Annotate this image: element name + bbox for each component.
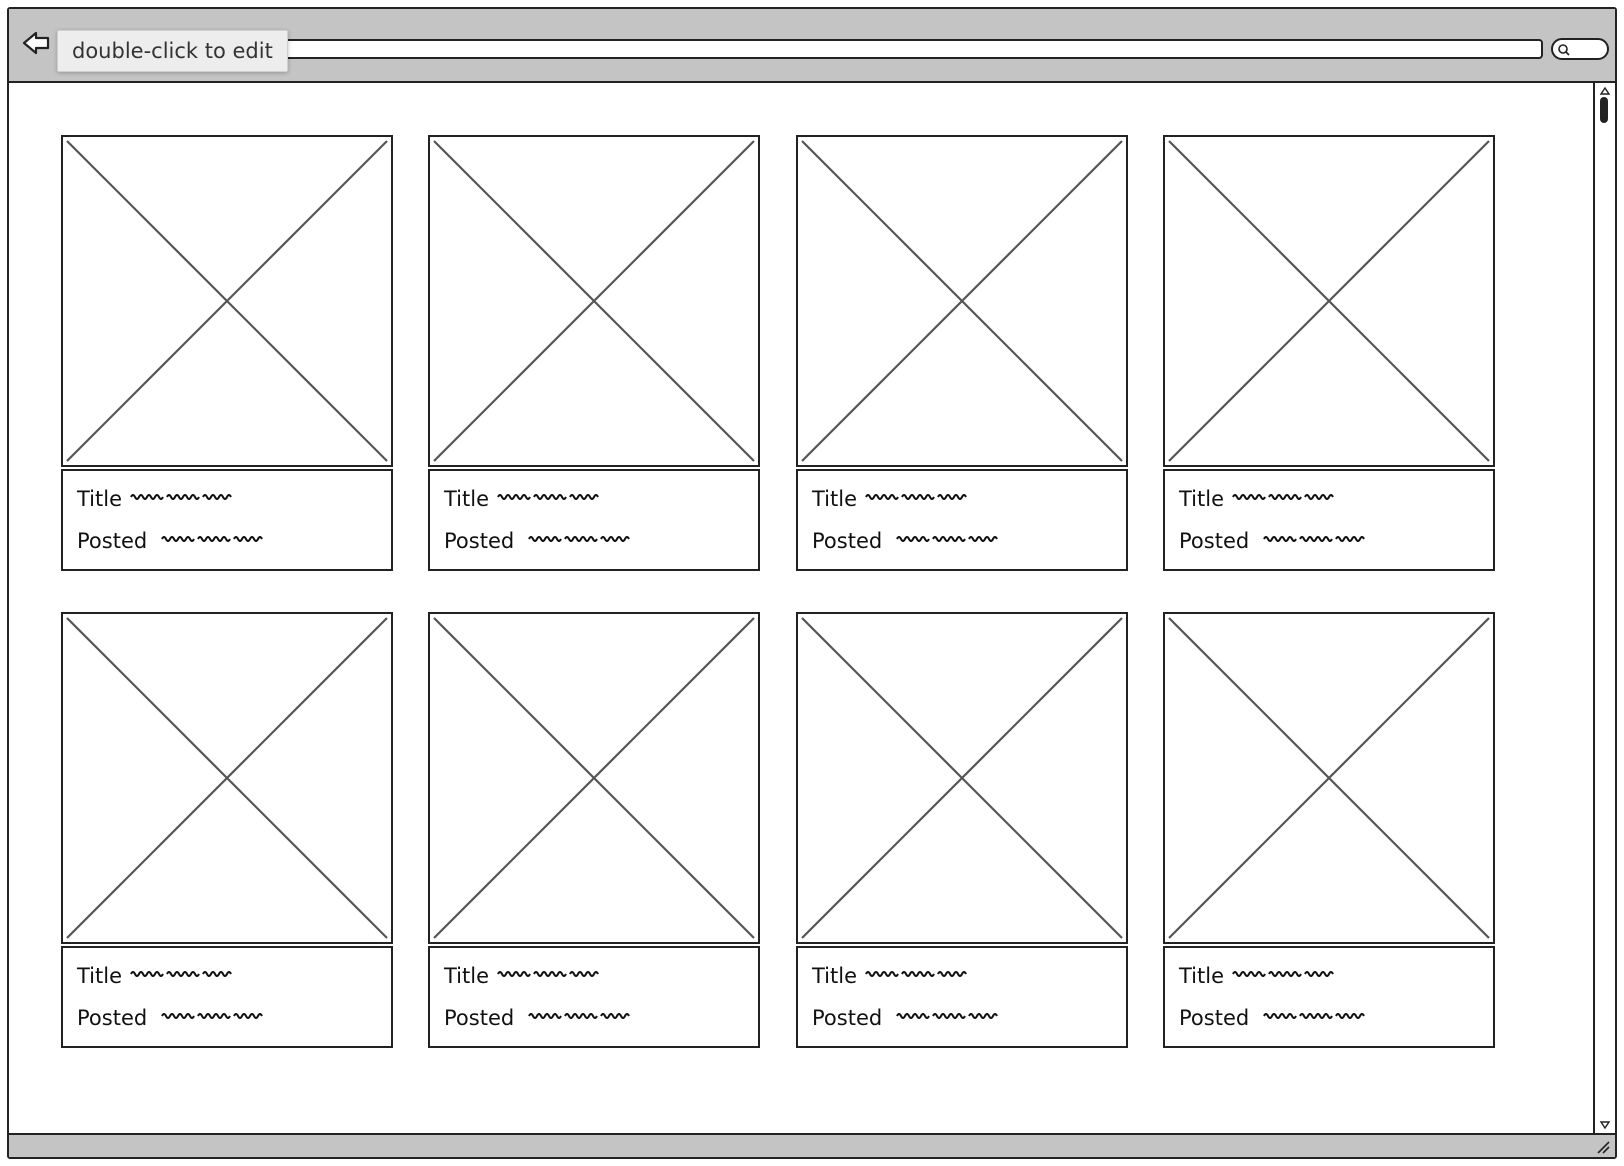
image-placeholder-icon [66, 140, 388, 462]
placeholder-text-squiggle [865, 494, 967, 500]
vertical-scrollbar[interactable] [1593, 83, 1615, 1133]
status-bar [9, 1133, 1615, 1157]
card-info-box: Title Posted [428, 469, 760, 571]
title-label: Title [812, 964, 858, 988]
placeholder-text-squiggle [1263, 1013, 1366, 1019]
scroll-up-icon[interactable] [1599, 85, 1611, 97]
placeholder-text-squiggle [130, 494, 232, 500]
post-card[interactable]: Title Posted [796, 612, 1128, 1048]
card-info-box: Title Posted [796, 469, 1128, 571]
placeholder-text-squiggle [130, 971, 232, 977]
title-row: Title [444, 487, 601, 511]
image-placeholder-icon [801, 617, 1123, 939]
card-info-box: Title Posted [796, 946, 1128, 1048]
scroll-thumb[interactable] [1600, 97, 1608, 123]
posted-row: Posted [812, 529, 1000, 553]
title-row: Title [1179, 964, 1336, 988]
posted-row: Posted [1179, 1006, 1367, 1030]
placeholder-text-squiggle [896, 536, 999, 542]
title-label: Title [444, 487, 490, 511]
placeholder-text-squiggle [161, 536, 264, 542]
back-arrow-icon [22, 31, 50, 55]
image-placeholder-icon [433, 140, 755, 462]
title-row: Title [1179, 487, 1336, 511]
post-card[interactable]: Title Posted [61, 612, 393, 1048]
image-placeholder [1163, 612, 1495, 944]
posted-label: Posted [77, 529, 148, 553]
posted-row: Posted [444, 1006, 632, 1030]
posted-row: Posted [77, 529, 265, 553]
back-button[interactable] [21, 29, 51, 59]
image-placeholder-icon [66, 617, 388, 939]
title-row: Title [444, 964, 601, 988]
image-placeholder [796, 135, 1128, 467]
card-info-box: Title Posted [428, 946, 760, 1048]
placeholder-text-squiggle [161, 1013, 264, 1019]
post-card[interactable]: Title Posted [428, 612, 760, 1048]
card-info-box: Title Posted [1163, 469, 1495, 571]
placeholder-text-squiggle [1232, 494, 1334, 500]
image-placeholder [428, 612, 760, 944]
image-placeholder [1163, 135, 1495, 467]
resize-grip-icon[interactable] [1595, 1139, 1611, 1155]
placeholder-text-squiggle [497, 494, 599, 500]
scroll-down-icon[interactable] [1599, 1119, 1611, 1131]
posted-label: Posted [444, 529, 515, 553]
placeholder-text-squiggle [528, 1013, 631, 1019]
title-row: Title [812, 964, 969, 988]
placeholder-text-squiggle [528, 536, 631, 542]
image-placeholder-icon [433, 617, 755, 939]
posted-row: Posted [812, 1006, 1000, 1030]
title-row: Title [812, 487, 969, 511]
posted-label: Posted [1179, 529, 1250, 553]
title-label: Title [444, 964, 490, 988]
image-placeholder [61, 135, 393, 467]
post-card[interactable]: Title Posted [796, 135, 1128, 571]
posted-label: Posted [812, 1006, 883, 1030]
browser-toolbar: double-click to edit [9, 9, 1615, 83]
image-placeholder [428, 135, 760, 467]
image-placeholder [796, 612, 1128, 944]
posted-label: Posted [812, 529, 883, 553]
placeholder-text-squiggle [1232, 971, 1334, 977]
title-row: Title [77, 964, 234, 988]
image-placeholder-icon [801, 140, 1123, 462]
posted-row: Posted [444, 529, 632, 553]
browser-window: double-click to edit Title Posted Title … [7, 7, 1617, 1159]
post-card[interactable]: Title Posted [428, 135, 760, 571]
title-label: Title [77, 487, 123, 511]
image-placeholder [61, 612, 393, 944]
placeholder-text-squiggle [865, 971, 967, 977]
title-label: Title [77, 964, 123, 988]
title-label: Title [1179, 964, 1225, 988]
title-label: Title [812, 487, 858, 511]
posted-label: Posted [77, 1006, 148, 1030]
post-card[interactable]: Title Posted [61, 135, 393, 571]
post-card[interactable]: Title Posted [1163, 135, 1495, 571]
posted-label: Posted [444, 1006, 515, 1030]
title-label: Title [1179, 487, 1225, 511]
search-icon [1558, 44, 1570, 56]
post-card[interactable]: Title Posted [1163, 612, 1495, 1048]
placeholder-text-squiggle [896, 1013, 999, 1019]
page-content: Title Posted Title Posted Title Posted T… [9, 83, 1615, 1133]
card-info-box: Title Posted [61, 469, 393, 571]
card-info-box: Title Posted [61, 946, 393, 1048]
posted-label: Posted [1179, 1006, 1250, 1030]
image-placeholder-icon [1168, 140, 1490, 462]
placeholder-text-squiggle [1263, 536, 1366, 542]
image-placeholder-icon [1168, 617, 1490, 939]
edit-tooltip: double-click to edit [57, 30, 288, 72]
posted-row: Posted [1179, 529, 1367, 553]
card-info-box: Title Posted [1163, 946, 1495, 1048]
posted-row: Posted [77, 1006, 265, 1030]
title-row: Title [77, 487, 234, 511]
search-button[interactable] [1551, 38, 1609, 60]
placeholder-text-squiggle [497, 971, 599, 977]
